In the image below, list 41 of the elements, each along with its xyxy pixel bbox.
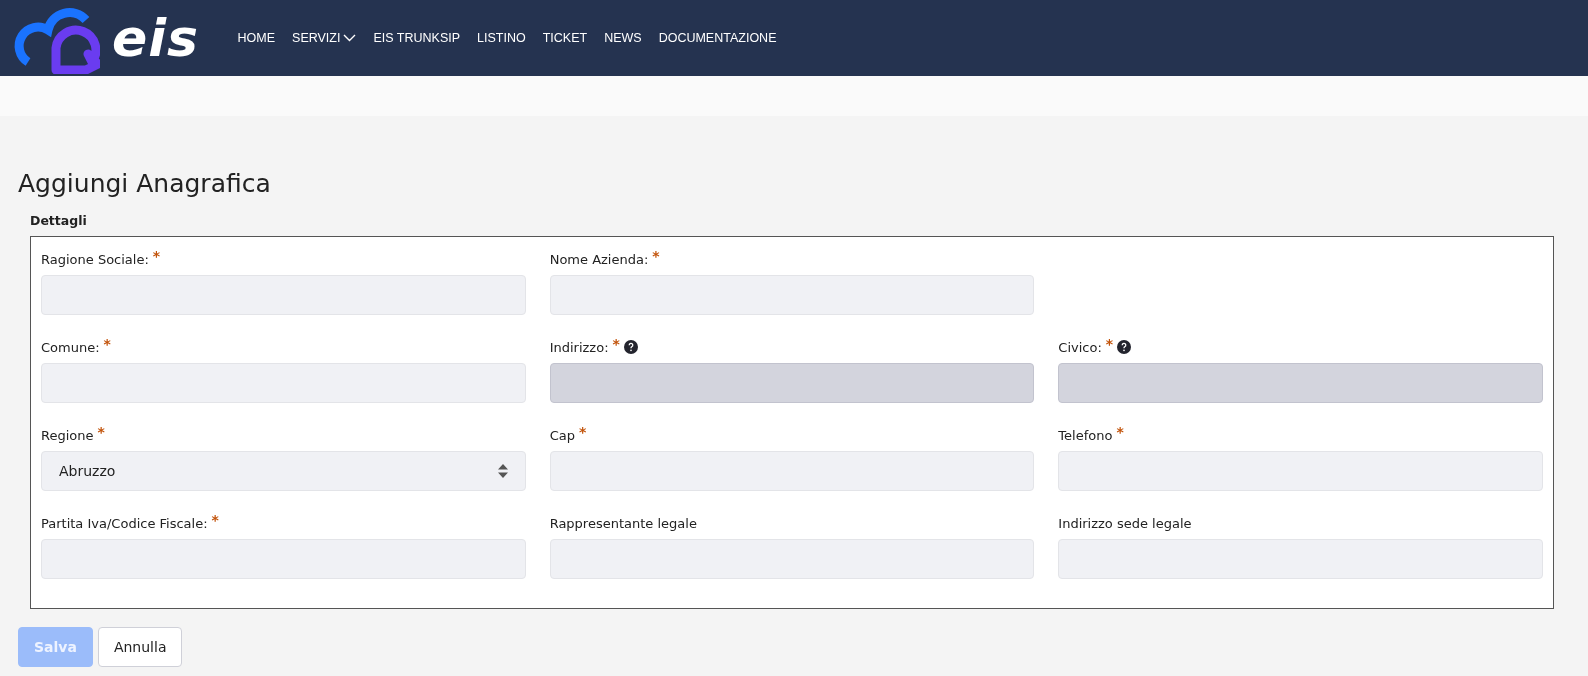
required-mark: * bbox=[652, 248, 660, 264]
input-field[interactable] bbox=[1058, 451, 1543, 491]
field-label: Indirizzo sede legale bbox=[1058, 515, 1192, 531]
field-label: Ragione Sociale: bbox=[41, 251, 149, 267]
required-mark: * bbox=[97, 424, 105, 440]
nav-link[interactable]: HOME bbox=[229, 31, 284, 45]
nav-link[interactable]: TICKET bbox=[534, 31, 596, 45]
field-label: Telefono bbox=[1058, 427, 1113, 443]
required-mark: * bbox=[578, 424, 587, 440]
field-label: Rappresentante legale bbox=[549, 515, 697, 531]
nav-link[interactable]: NEWS bbox=[595, 31, 651, 45]
input-field[interactable] bbox=[549, 275, 1035, 315]
input-field[interactable] bbox=[41, 363, 526, 403]
required-mark: * bbox=[1105, 336, 1114, 352]
field-label: Civico: bbox=[1058, 339, 1102, 355]
required-mark: * bbox=[103, 336, 111, 352]
required-mark: * bbox=[152, 248, 161, 264]
sort-arrows-icon bbox=[497, 464, 508, 478]
nav-link[interactable]: EIS TRUNKSIP bbox=[364, 31, 469, 45]
cancel-button[interactable]: Annulla bbox=[97, 627, 183, 667]
select-field[interactable]: Abruzzo bbox=[41, 451, 526, 491]
field-label: Cap bbox=[549, 427, 575, 443]
required-mark: * bbox=[612, 336, 620, 352]
input-field[interactable] bbox=[1058, 539, 1543, 579]
required-mark: * bbox=[211, 512, 219, 528]
nav-link[interactable]: DOCUMENTAZIONE bbox=[650, 31, 785, 45]
nav-link[interactable]: SERVIZI bbox=[283, 31, 365, 45]
field-label: Indirizzo: bbox=[549, 339, 609, 355]
input-field[interactable] bbox=[549, 539, 1035, 579]
field-label: Regione bbox=[41, 427, 94, 443]
field-label: Nome Azienda: bbox=[549, 251, 649, 267]
input-field[interactable] bbox=[41, 539, 526, 579]
section-title: Dettagli bbox=[30, 213, 87, 230]
nav-link[interactable]: LISTINO bbox=[468, 31, 535, 45]
field-label: Partita Iva/Codice Fiscale: bbox=[41, 515, 208, 531]
field-label: Comune: bbox=[41, 339, 100, 355]
input-field[interactable] bbox=[549, 451, 1035, 491]
input-field[interactable] bbox=[41, 275, 526, 315]
required-mark: * bbox=[1116, 424, 1124, 440]
logo-text: eis bbox=[112, 12, 200, 64]
page-title: Aggiungi Anagrafica bbox=[18, 169, 272, 200]
